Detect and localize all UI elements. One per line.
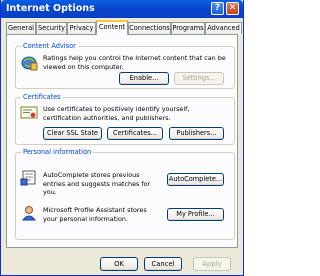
content-advisor-label: Content Advisor — [21, 42, 78, 51]
tab-security[interactable]: Security — [36, 22, 67, 34]
certificates-text: Use certificates to positively identify … — [43, 105, 190, 122]
help-button[interactable]: ? — [211, 2, 224, 15]
autocomplete-button[interactable]: AutoComplete... — [167, 173, 224, 186]
certificates-label: Certificates — [21, 93, 63, 102]
personal-information-label: Personal information — [21, 148, 94, 157]
window-title: Internet Options — [6, 3, 95, 14]
cancel-button[interactable]: Cancel — [144, 257, 182, 271]
autocomplete-icon — [20, 170, 36, 186]
tab-general[interactable]: General — [6, 22, 36, 34]
certificate-icon — [20, 106, 38, 119]
certificates-group: Certificates Use certificates to positiv… — [15, 93, 235, 145]
apply-button[interactable]: Apply — [193, 257, 231, 271]
tab-privacy[interactable]: Privacy — [67, 22, 96, 34]
tab-programs[interactable]: Programs — [171, 22, 205, 34]
internet-options-dialog: Internet Options ? ✕ General Security Pr… — [0, 0, 244, 276]
settings-button[interactable]: Settings... — [174, 72, 224, 85]
my-profile-button[interactable]: My Profile... — [167, 208, 224, 221]
close-button[interactable]: ✕ — [226, 2, 239, 15]
content-tab-panel: Content Advisor Ratings help you control… — [6, 34, 238, 248]
content-advisor-group: Content Advisor Ratings help you control… — [15, 42, 235, 89]
title-bar[interactable]: Internet Options ? ✕ — [1, 0, 243, 18]
help-icon: ? — [214, 3, 221, 13]
publishers-button[interactable]: Publishers... — [169, 127, 224, 140]
autocomplete-text: AutoComplete stores previous entries and… — [43, 171, 151, 196]
tab-advanced[interactable]: Advanced — [205, 22, 242, 34]
close-icon: ✕ — [228, 3, 237, 13]
profile-assistant-icon — [21, 206, 37, 221]
enable-button[interactable]: Enable... — [119, 72, 169, 85]
ok-button[interactable]: OK — [100, 257, 138, 271]
clear-ssl-state-button[interactable]: Clear SSL State — [43, 127, 102, 140]
tab-connections[interactable]: Connections — [128, 22, 171, 34]
profile-assistant-text: Microsoft Profile Assistant stores your … — [43, 206, 147, 223]
content-advisor-text: Ratings help you control the Internet co… — [43, 54, 226, 71]
tab-content[interactable]: Content — [96, 20, 128, 35]
certificates-button[interactable]: Certificates... — [107, 127, 163, 140]
personal-information-group: Personal information AutoComplete stores… — [15, 148, 235, 240]
content-advisor-icon — [21, 56, 38, 71]
